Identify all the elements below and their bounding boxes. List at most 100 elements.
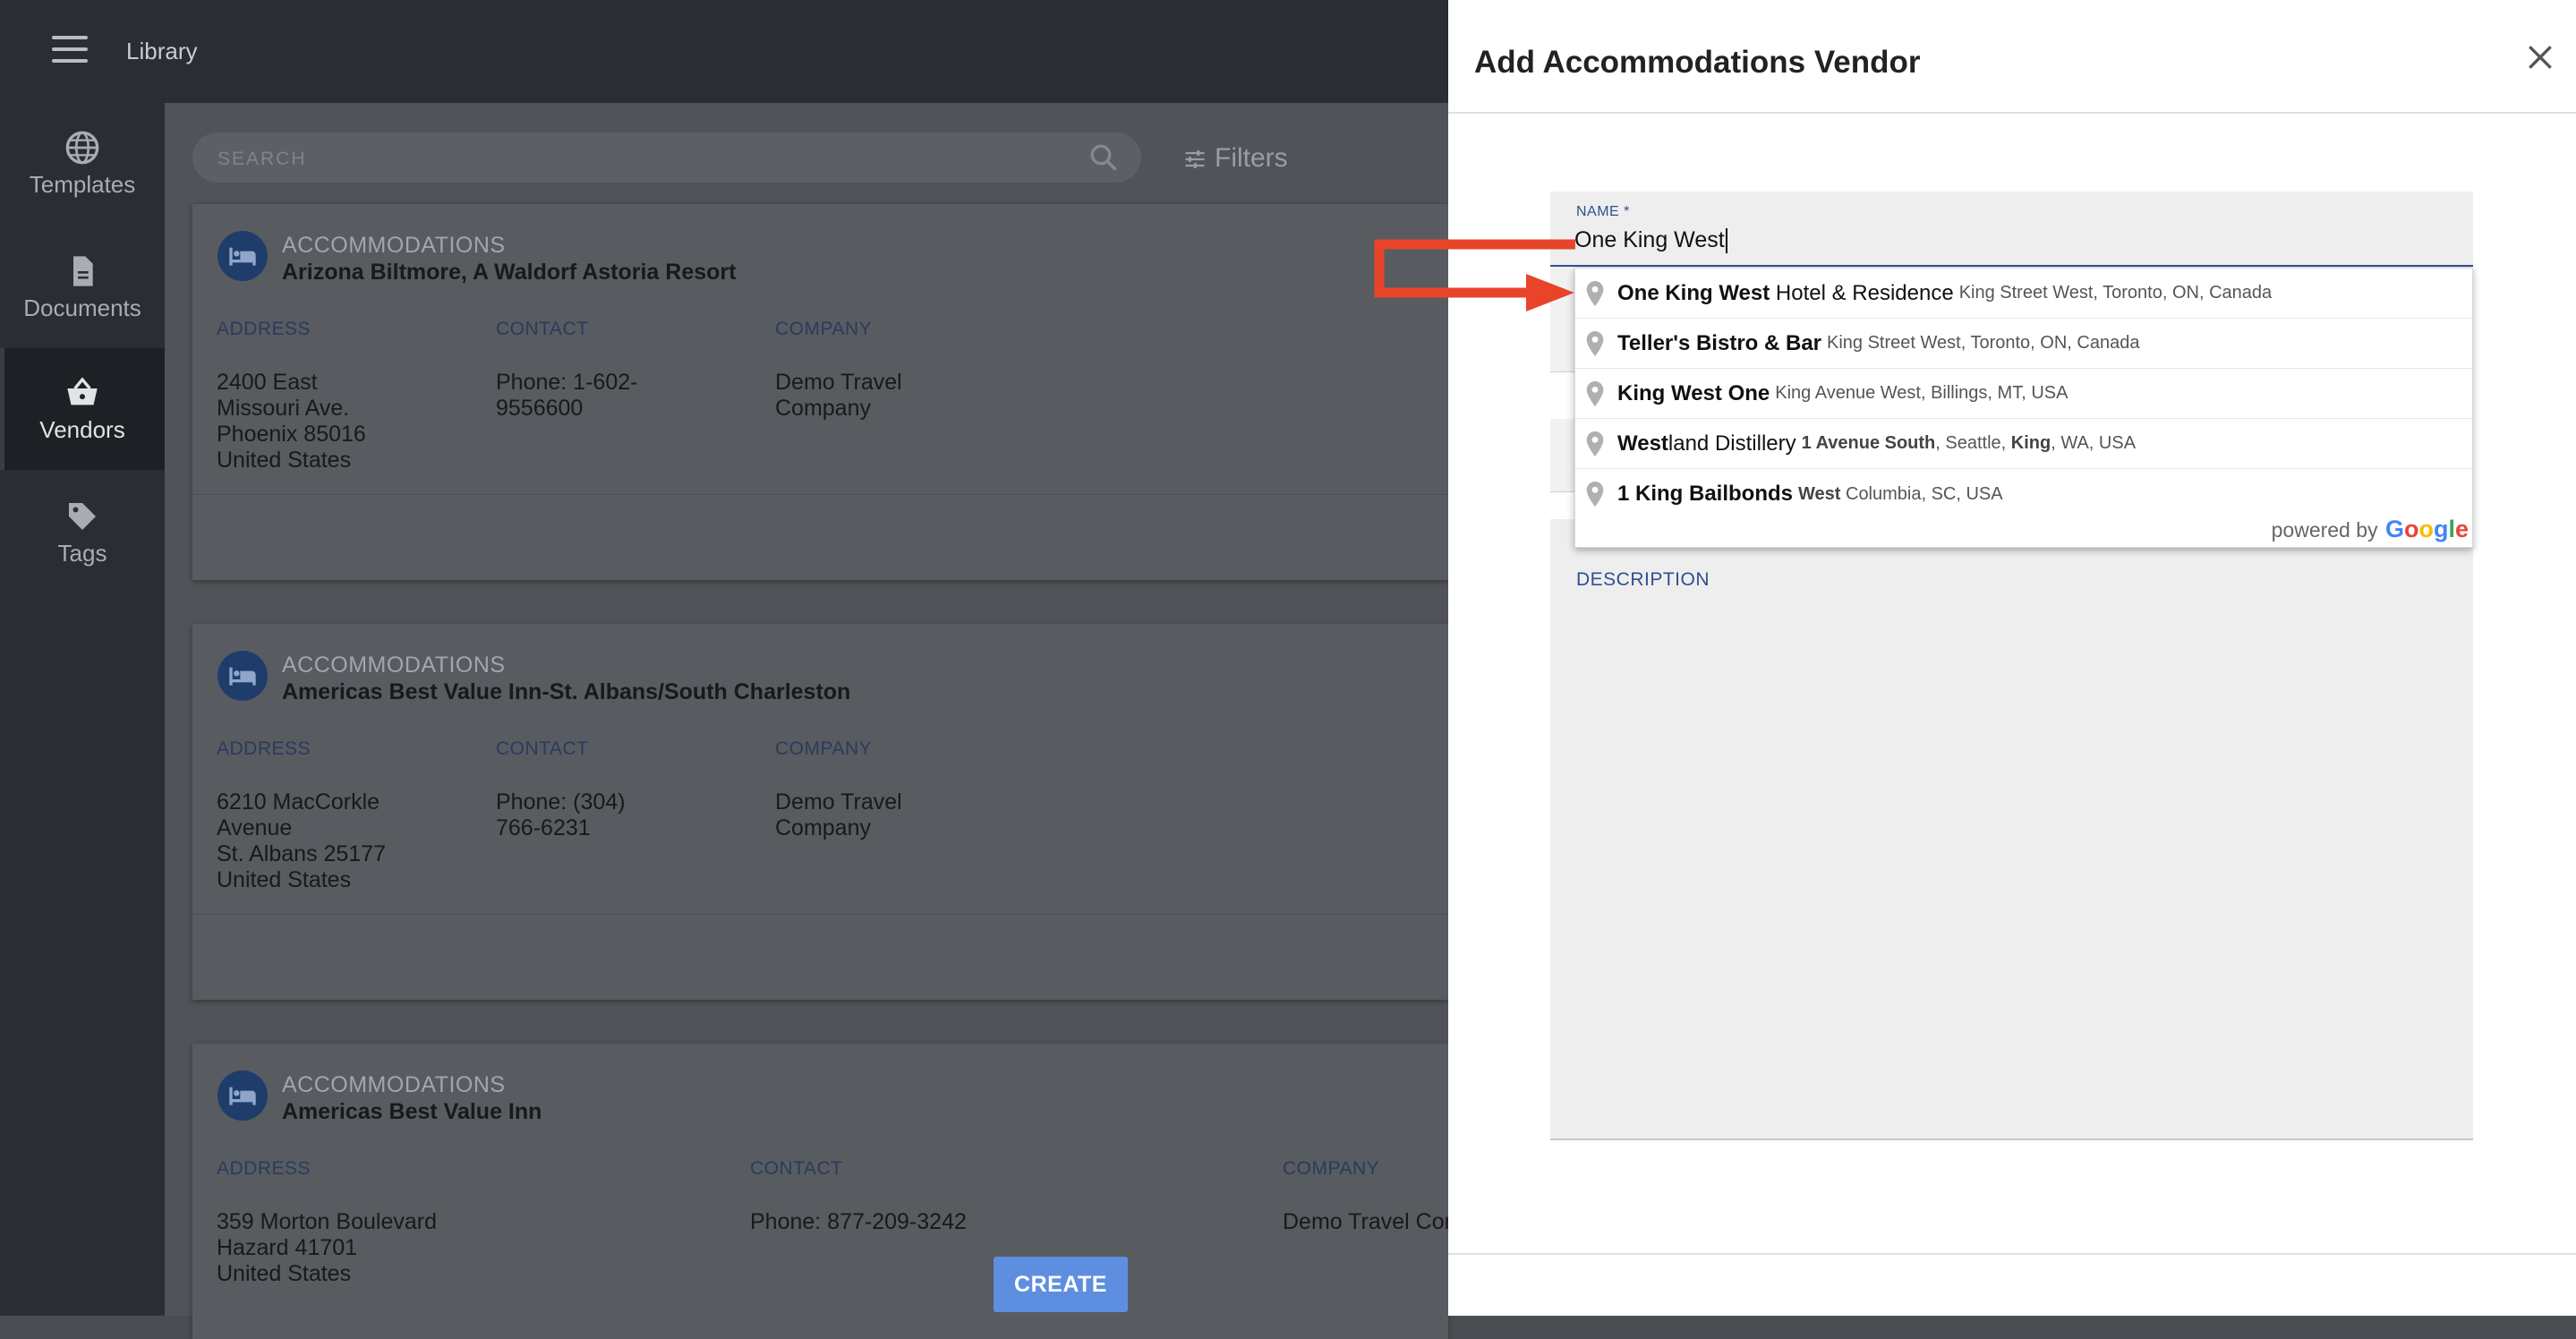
vendor-title: Arizona Biltmore, A Waldorf Astoria Reso…	[282, 260, 737, 285]
main-content: SEARCH Filters ACCOMMODATIONS Arizona Bi…	[165, 103, 1452, 1339]
logo-letter: g	[2433, 516, 2449, 542]
rest-text: , WA, USA	[2051, 433, 2137, 453]
vendor-category: ACCOMMODATIONS	[282, 233, 506, 258]
company-line: Company	[775, 396, 871, 421]
menu-icon[interactable]	[52, 36, 88, 66]
company-line: Demo Travel	[775, 370, 902, 395]
match-text: King West One	[1617, 380, 1770, 405]
secondary-text: 1 Avenue South, Seattle, King, WA, USA	[1802, 433, 2136, 454]
address-line: United States	[217, 448, 352, 473]
logo-letter: l	[2448, 516, 2455, 542]
document-icon	[73, 256, 93, 286]
location-pin-icon	[1586, 331, 1604, 356]
address-line: United States	[217, 867, 352, 892]
description-field[interactable]: DESCRIPTION	[1550, 519, 2473, 1140]
location-pin-icon	[1586, 281, 1604, 306]
contact-header: CONTACT	[496, 319, 589, 339]
vendor-company: Demo Travel Cor	[1283, 1209, 1452, 1235]
bed-icon	[229, 247, 256, 266]
vendor-category: ACCOMMODATIONS	[282, 652, 506, 678]
contact-line: 9556600	[496, 396, 584, 421]
drawer-footer	[1448, 1253, 2576, 1316]
autocomplete-item[interactable]: Teller's Bistro & Bar King Street West, …	[1575, 319, 2472, 369]
contact-header: CONTACT	[750, 1158, 843, 1179]
secondary-text: King Street West, Toronto, ON, Canada	[1827, 333, 2140, 353]
vendor-contact: Phone: 877-209-3242	[750, 1209, 967, 1235]
sidebar-item-templates[interactable]: Templates	[0, 103, 165, 225]
match-text: King	[2010, 433, 2051, 453]
create-button[interactable]: CREATE	[994, 1257, 1128, 1312]
search-input[interactable]: SEARCH	[192, 132, 1141, 183]
globe-icon	[65, 131, 99, 165]
vendor-address: 2400 East Missouri Ave. Phoenix 85016 Un…	[217, 370, 366, 473]
vendor-address: 6210 MacCorkle Avenue St. Albans 25177 U…	[217, 789, 386, 893]
sidebar: Templates Documents Vendors Tags	[0, 103, 165, 1316]
vendor-title: Americas Best Value Inn-St. Albans/South…	[282, 679, 851, 704]
search-icon[interactable]	[1088, 141, 1120, 174]
name-field[interactable]: NAME * One King West	[1550, 192, 2473, 267]
filters-icon	[1185, 150, 1205, 168]
name-input[interactable]: One King West	[1574, 227, 1727, 254]
vendor-contact: Phone: (304) 766-6231	[496, 789, 626, 841]
vendor-card[interactable]: ACCOMMODATIONS Americas Best Value Inn-S…	[192, 624, 1448, 1000]
vendor-card[interactable]: ACCOMMODATIONS Arizona Biltmore, A Waldo…	[192, 204, 1448, 580]
address-line: United States	[217, 1261, 352, 1286]
contact-header: CONTACT	[496, 738, 589, 759]
sidebar-item-vendors[interactable]: Vendors	[0, 348, 165, 470]
company-line: Demo Travel Cor	[1283, 1209, 1452, 1234]
logo-letter: o	[2403, 516, 2419, 542]
location-pin-icon	[1586, 431, 1604, 456]
sidebar-item-tags[interactable]: Tags	[0, 472, 165, 593]
bed-icon	[229, 1087, 256, 1105]
card-footer	[192, 494, 1448, 580]
secondary-text: King Street West, Toronto, ON, Canada	[1958, 283, 2273, 303]
contact-line: Phone: (304)	[496, 789, 626, 814]
match-text: 1 King Bailbonds	[1617, 482, 1794, 506]
autocomplete-item[interactable]: Westland Distillery 1 Avenue South, Seat…	[1575, 419, 2472, 469]
vendor-contact: Phone: 1-602- 9556600	[496, 370, 637, 422]
bed-icon	[229, 667, 256, 686]
vendor-title: Americas Best Value Inn	[282, 1099, 542, 1124]
avatar	[218, 1070, 268, 1121]
rest-text: , Seattle,	[1935, 433, 2011, 453]
address-line: 2400 East	[217, 370, 318, 395]
name-label: NAME *	[1576, 204, 1630, 219]
tag-icon	[69, 503, 96, 530]
address-header: ADDRESS	[217, 1158, 311, 1179]
vendor-card[interactable]: ACCOMMODATIONS Americas Best Value Inn A…	[192, 1044, 1452, 1339]
autocomplete-item[interactable]: King West One King Avenue West, Billings…	[1575, 369, 2472, 419]
address-line: St. Albans 25177	[217, 841, 387, 866]
rest-text: Hotel & Residence	[1770, 280, 1954, 305]
sidebar-item-label: Templates	[29, 171, 136, 198]
autocomplete-item[interactable]: 1 King Bailbonds West Columbia, SC, USA	[1575, 469, 2472, 519]
app-title: Library	[126, 38, 198, 64]
vendor-address: 359 Morton Boulevard Hazard 41701 United…	[217, 1209, 437, 1287]
match-text: 1 Avenue South	[1801, 433, 1936, 453]
powered-by-text: powered by	[2271, 518, 2378, 542]
address-line: 359 Morton Boulevard	[217, 1209, 437, 1234]
match-text: West	[1617, 431, 1668, 456]
card-footer	[192, 914, 1448, 1000]
sidebar-item-label: Vendors	[39, 416, 125, 443]
rest-text: land Distillery	[1668, 431, 1796, 456]
contact-line: Phone: 1-602-	[496, 370, 638, 395]
secondary-text: King Avenue West, Billings, MT, USA	[1775, 383, 2068, 403]
avatar	[218, 651, 268, 701]
powered-by-google: powered by Google	[2272, 516, 2469, 543]
google-logo: Google	[2385, 516, 2469, 542]
top-bar: Library	[0, 0, 1448, 103]
sidebar-item-documents[interactable]: Documents	[0, 226, 165, 348]
add-vendor-drawer: Add Accommodations Vendor NAME * One Kin…	[1448, 0, 2576, 1316]
autocomplete-item[interactable]: One King West Hotel & Residence King Str…	[1575, 269, 2472, 319]
secondary-text: West Columbia, SC, USA	[1798, 484, 2003, 505]
close-icon[interactable]	[2522, 39, 2558, 75]
company-header: COMPANY	[1283, 1158, 1380, 1179]
autocomplete-dropdown: One King West Hotel & Residence King Str…	[1574, 268, 2473, 548]
contact-line: Phone: 877-209-3242	[750, 1209, 967, 1234]
drawer-title: Add Accommodations Vendor	[1474, 45, 1921, 80]
filters-button[interactable]: Filters	[1182, 143, 1288, 174]
filters-label: Filters	[1215, 143, 1288, 173]
address-line: Missouri Ave.	[217, 396, 350, 421]
location-pin-icon	[1586, 381, 1604, 406]
rest-text: Columbia, SC, USA	[1840, 483, 2003, 504]
